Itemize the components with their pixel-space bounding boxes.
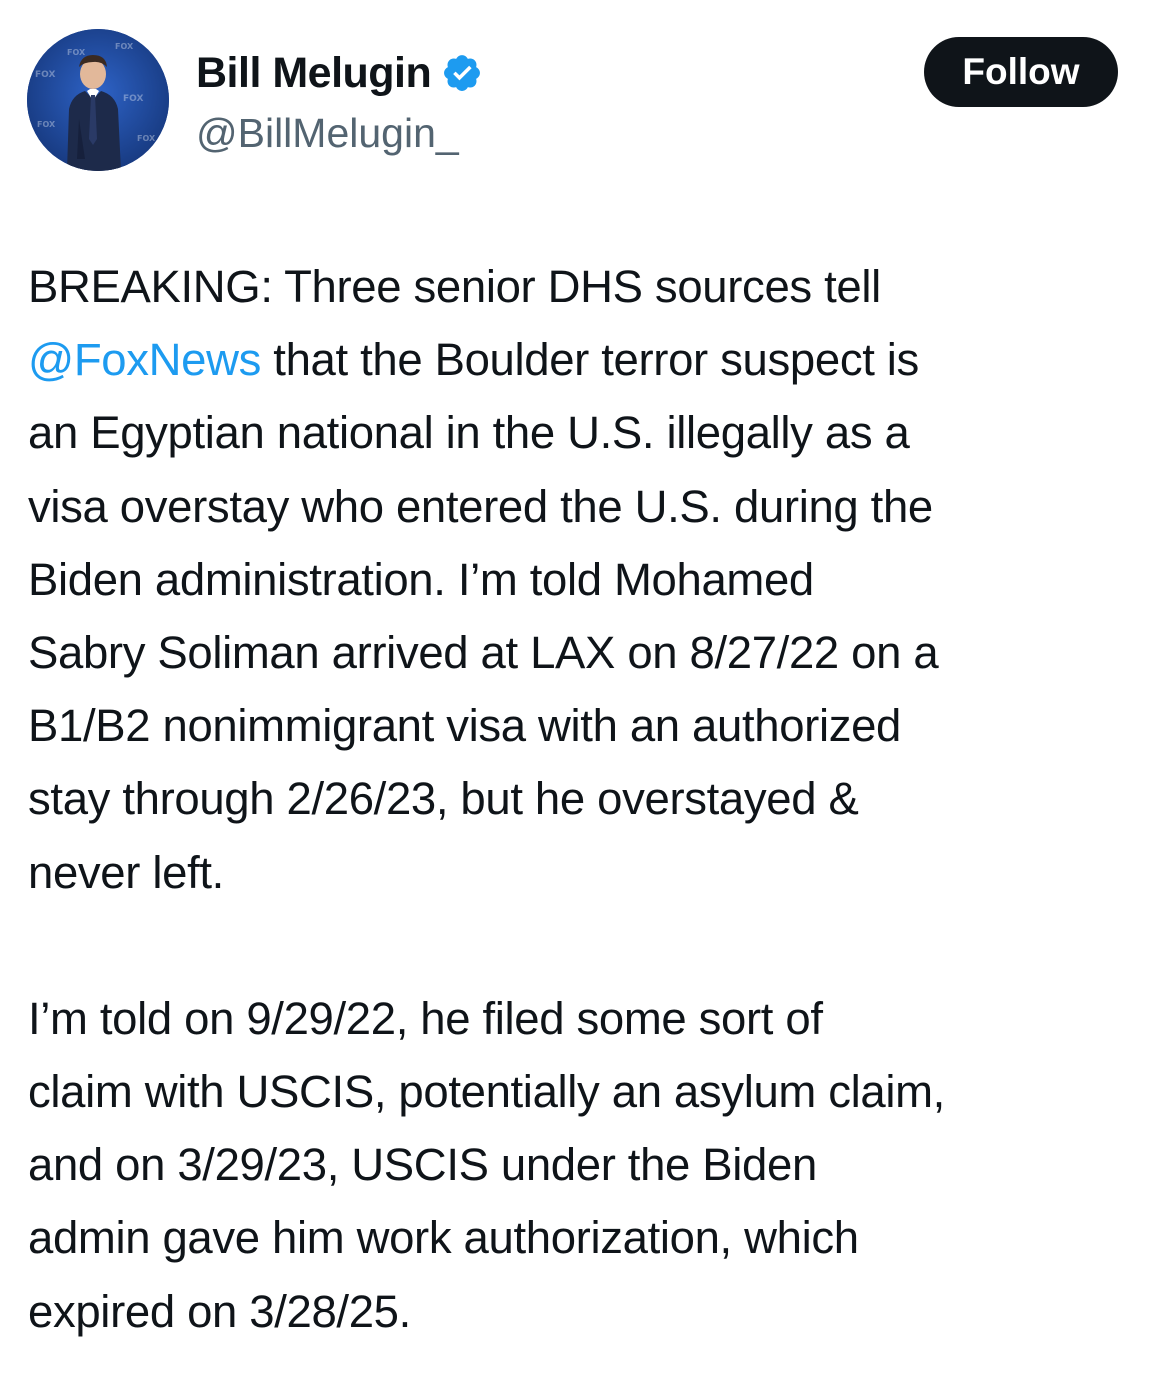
tweet-line: I’m told on 9/29/22, he filed some sort …	[28, 982, 1158, 1055]
tweet-line: expired on 3/28/25.	[28, 1275, 1158, 1348]
tweet-line: Biden administration. I’m told Mohamed	[28, 543, 1158, 616]
verified-badge-icon[interactable]	[441, 52, 483, 94]
tweet-text-segment: BREAKING: Three senior DHS sources tell	[28, 261, 881, 312]
tweet-line: and on 3/29/23, USCIS under the Biden	[28, 1128, 1158, 1201]
tweet-text-segment: Biden administration. I’m told Mohamed	[28, 553, 814, 605]
svg-text:FOX: FOX	[37, 120, 56, 129]
tweet-card: FOX FOX FOX FOX FOX FOX Bill Melugin @Bi…	[0, 0, 1170, 1383]
tweet-line: @FoxNews that the Boulder terror suspect…	[28, 323, 1158, 396]
tweet-line: stay through 2/26/23, but he overstayed …	[28, 762, 1158, 835]
tweet-paragraph: BREAKING: Three senior DHS sources tell @…	[28, 250, 1158, 909]
tweet-line: B1/B2 nonimmigrant visa with an authoriz…	[28, 689, 1158, 762]
avatar[interactable]: FOX FOX FOX FOX FOX FOX	[27, 29, 169, 171]
tweet-header: FOX FOX FOX FOX FOX FOX Bill Melugin @Bi…	[0, 0, 1170, 190]
tweet-line: never left.	[28, 836, 1158, 909]
mention-link[interactable]: @FoxNews	[28, 334, 261, 385]
tweet-text-segment: stay through 2/26/23, but he overstayed …	[28, 773, 859, 825]
tweet-text-segment: expired on 3/28/25.	[28, 1285, 411, 1337]
tweet-line: admin gave him work authorization, which	[28, 1201, 1158, 1274]
tweet-line: claim with USCIS, potentially an asylum …	[28, 1055, 1158, 1128]
tweet-text-segment: an Egyptian national in the U.S. illegal…	[28, 407, 910, 459]
tweet-text-segment: visa overstay who entered the U.S. durin…	[28, 480, 933, 532]
tweet-text-segment: that the Boulder terror suspect is	[261, 334, 919, 386]
display-name[interactable]: Bill Melugin	[196, 42, 432, 104]
svg-text:FOX: FOX	[35, 70, 55, 80]
svg-text:FOX: FOX	[67, 48, 86, 57]
profile-photo-icon: FOX FOX FOX FOX FOX FOX	[27, 29, 169, 171]
tweet-text: BREAKING: Three senior DHS sources tell @…	[28, 250, 1158, 1348]
tweet-line: an Egyptian national in the U.S. illegal…	[28, 396, 1158, 469]
follow-button[interactable]: Follow	[924, 37, 1118, 107]
tweet-text-segment: claim with USCIS, potentially an asylum …	[28, 1066, 945, 1118]
tweet-line: visa overstay who entered the U.S. durin…	[28, 470, 1158, 543]
tweet-text-segment: I’m told on 9/29/22, he filed some sort …	[28, 992, 823, 1044]
tweet-text-segment: B1/B2 nonimmigrant visa with an authoriz…	[28, 700, 902, 752]
tweet-line: BREAKING: Three senior DHS sources tell	[28, 250, 1158, 323]
author-info: Bill Melugin @BillMelugin_	[196, 42, 483, 160]
tweet-line: Sabry Soliman arrived at LAX on 8/27/22 …	[28, 616, 1158, 689]
name-row: Bill Melugin	[196, 42, 483, 104]
tweet-text-segment: and on 3/29/23, USCIS under the Biden	[28, 1139, 817, 1191]
svg-text:FOX: FOX	[115, 42, 134, 51]
svg-text:FOX: FOX	[123, 94, 143, 104]
user-handle[interactable]: @BillMelugin_	[196, 106, 483, 160]
tweet-paragraph: I’m told on 9/29/22, he filed some sort …	[28, 982, 1158, 1348]
svg-text:FOX: FOX	[137, 134, 156, 143]
tweet-text-segment: admin gave him work authorization, which	[28, 1212, 859, 1264]
tweet-text-segment: Sabry Soliman arrived at LAX on 8/27/22 …	[28, 627, 939, 679]
tweet-text-segment: never left.	[28, 846, 224, 898]
